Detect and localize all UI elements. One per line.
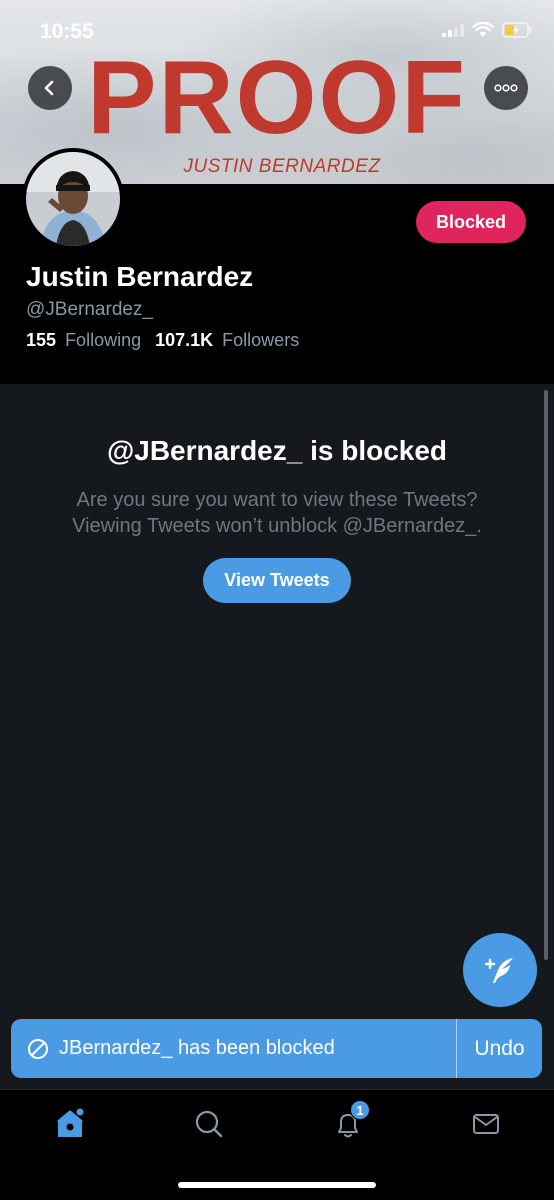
avatar-image <box>26 152 120 246</box>
back-button[interactable] <box>28 66 72 110</box>
wifi-icon <box>472 22 494 37</box>
handle: @JBernardez_ <box>26 299 154 320</box>
status-time: 10:55 <box>40 20 94 43</box>
undo-button[interactable]: Undo <box>457 1037 542 1061</box>
chevron-left-icon <box>44 80 54 96</box>
blocked-description-line1: Are you sure you want to view these Twee… <box>76 489 478 511</box>
following-count: 155 <box>26 330 57 350</box>
blocked-circle-icon <box>28 1038 48 1059</box>
tab-home[interactable] <box>50 1106 90 1142</box>
tab-messages[interactable] <box>466 1106 506 1142</box>
view-tweets-button[interactable]: View Tweets <box>203 558 351 603</box>
toast-message: JBernardez_ has been blocked <box>59 1037 335 1059</box>
blocked-toast: JBernardez_ has been blocked Undo <box>11 1019 542 1078</box>
more-horizontal-icon <box>494 84 518 92</box>
status-bar: 10:55 <box>0 0 554 64</box>
more-button[interactable] <box>484 66 528 110</box>
tab-notifications[interactable]: 1 <box>328 1100 370 1142</box>
compose-tweet-button[interactable] <box>463 933 537 1007</box>
blocked-button[interactable]: Blocked <box>415 201 526 243</box>
followers-stat[interactable]: 107.1K Followers <box>155 330 299 351</box>
blocked-description-line2: Viewing Tweets won’t unblock @JBernardez… <box>72 515 482 537</box>
status-icons <box>442 22 532 38</box>
blocked-title: @JBernardez_ is blocked <box>106 435 448 466</box>
followers-label: Followers <box>222 330 300 350</box>
scrollbar[interactable] <box>544 390 548 960</box>
tab-search[interactable] <box>189 1106 229 1142</box>
display-name: Justin Bernardez <box>26 261 254 292</box>
following-label: Following <box>65 330 142 350</box>
blocked-description: Are you sure you want to view these Twee… <box>0 487 554 539</box>
mail-icon <box>473 1114 499 1134</box>
signal-icon <box>442 24 464 37</box>
home-icon <box>57 1108 84 1137</box>
profile-stats: 155 Following 107.1K Followers <box>26 330 299 351</box>
battery-icon <box>502 22 532 38</box>
notification-badge: 1 <box>350 1100 370 1120</box>
home-indicator[interactable] <box>178 1182 376 1188</box>
search-icon <box>195 1110 223 1138</box>
avatar[interactable] <box>22 148 124 250</box>
compose-feather-icon <box>484 958 513 983</box>
followers-count: 107.1K <box>155 330 214 350</box>
following-stat[interactable]: 155 Following <box>26 330 141 351</box>
